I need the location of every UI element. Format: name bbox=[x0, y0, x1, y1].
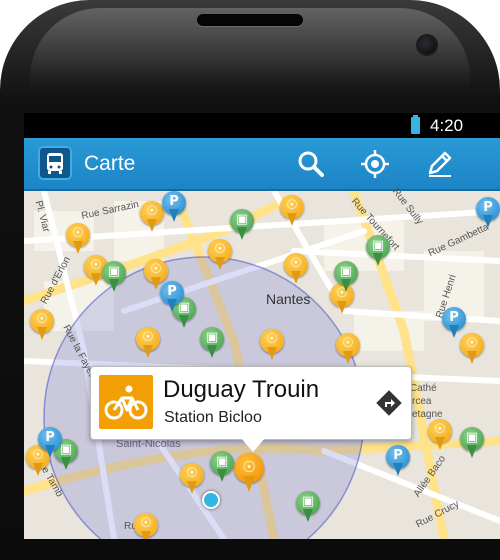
locate-button[interactable] bbox=[358, 147, 392, 181]
road-label: Cathé bbox=[410, 383, 437, 394]
search-icon bbox=[298, 151, 324, 177]
action-bar: Carte bbox=[24, 138, 500, 191]
bike-icon: ☉ bbox=[150, 262, 162, 277]
bus-stop-pin[interactable]: ▣ bbox=[296, 491, 320, 523]
parking-icon: P bbox=[483, 200, 493, 215]
bike-icon: ☉ bbox=[214, 242, 226, 257]
parking-icon: P bbox=[169, 194, 179, 209]
bike-icon bbox=[99, 375, 153, 429]
bike-icon: ☉ bbox=[186, 466, 198, 481]
edit-button[interactable] bbox=[422, 147, 456, 181]
bike-station-pin[interactable]: ☉ bbox=[208, 239, 232, 271]
earpiece bbox=[197, 14, 303, 26]
bus-icon: ▣ bbox=[235, 212, 249, 227]
bike-icon: ☉ bbox=[146, 204, 158, 219]
bus-stop-pin[interactable]: ▣ bbox=[460, 427, 484, 459]
road-label: rcea bbox=[412, 396, 432, 407]
parking-icon: P bbox=[449, 310, 459, 325]
bus-stop-pin[interactable]: ▣ bbox=[102, 261, 126, 293]
my-location-dot bbox=[202, 491, 220, 509]
bike-station-pin[interactable]: ☉ bbox=[136, 327, 160, 359]
bike-station-pin[interactable]: ☉ bbox=[284, 253, 308, 285]
locate-icon bbox=[361, 150, 389, 178]
bus-icon: ▣ bbox=[465, 430, 479, 445]
bike-icon: ☉ bbox=[266, 332, 278, 347]
place-label: Nantes bbox=[266, 291, 311, 307]
bike-icon: ☉ bbox=[290, 256, 302, 271]
bike-icon: ☉ bbox=[286, 198, 298, 213]
page-title: Carte bbox=[84, 152, 136, 175]
parking-pin[interactable]: P bbox=[38, 427, 62, 459]
bike-station-pin[interactable]: ☉ bbox=[336, 333, 360, 365]
bike-icon: ☉ bbox=[142, 330, 154, 345]
parking-pin[interactable]: P bbox=[162, 191, 186, 223]
bus-icon bbox=[47, 153, 63, 174]
bus-icon: ▣ bbox=[339, 264, 353, 279]
bike-icon: ☉ bbox=[36, 312, 48, 327]
front-camera bbox=[418, 36, 436, 54]
bus-icon: ▣ bbox=[301, 494, 315, 509]
bus-stop-pin[interactable]: ▣ bbox=[366, 235, 390, 267]
search-button[interactable] bbox=[294, 147, 328, 181]
station-info-window[interactable]: Duguay Trouin Station Bicloo bbox=[90, 366, 412, 452]
bike-station-pin[interactable]: ☉ bbox=[428, 419, 452, 451]
bike-icon: ☉ bbox=[72, 226, 84, 241]
battery-icon bbox=[411, 115, 420, 134]
screen: 4:20 Carte Rue Sarrazin Rue d'Erlon Pl. … bbox=[24, 113, 500, 539]
bike-station-pin[interactable]: ☉ bbox=[30, 309, 54, 341]
parking-pin[interactable]: P bbox=[476, 197, 500, 229]
parking-icon: P bbox=[167, 284, 177, 299]
bike-station-pin[interactable]: ☉ bbox=[66, 223, 90, 255]
station-type: Station Bicloo bbox=[164, 409, 262, 426]
bike-station-pin[interactable]: ☉ bbox=[280, 195, 304, 227]
bike-icon: ☉ bbox=[140, 516, 152, 531]
edit-icon bbox=[428, 151, 452, 177]
bus-stop-pin[interactable]: ▣ bbox=[200, 327, 224, 359]
parking-icon: P bbox=[45, 430, 55, 445]
parking-pin[interactable]: P bbox=[442, 307, 466, 339]
bus-icon: ▣ bbox=[215, 454, 229, 469]
parking-pin[interactable]: P bbox=[386, 445, 410, 477]
directions-icon bbox=[376, 390, 402, 416]
bus-icon: ▣ bbox=[205, 330, 219, 345]
bike-icon: ☉ bbox=[342, 336, 354, 351]
map-view[interactable]: Rue Sarrazin Rue d'Erlon Pl. Viar Rue To… bbox=[24, 186, 500, 539]
bike-station-pin[interactable]: ☉ bbox=[140, 201, 164, 233]
bus-icon: ▣ bbox=[107, 264, 121, 279]
bus-stop-pin[interactable]: ▣ bbox=[210, 451, 234, 483]
selected-bike-station-pin[interactable]: ☉ bbox=[234, 453, 264, 493]
status-bar: 4:20 bbox=[24, 113, 500, 138]
bus-stop-pin[interactable]: ▣ bbox=[334, 261, 358, 293]
bus-icon: ▣ bbox=[371, 238, 385, 253]
bike-icon: ☉ bbox=[434, 422, 446, 437]
parking-pin[interactable]: P bbox=[160, 281, 184, 313]
directions-button[interactable] bbox=[375, 389, 403, 417]
bus-stop-pin[interactable]: ▣ bbox=[230, 209, 254, 241]
bike-station-pin[interactable]: ☉ bbox=[134, 513, 158, 539]
status-clock: 4:20 bbox=[430, 116, 464, 135]
parking-icon: P bbox=[393, 448, 403, 463]
bike-station-pin[interactable]: ☉ bbox=[180, 463, 204, 495]
bike-station-pin[interactable]: ☉ bbox=[260, 329, 284, 361]
app-home-icon[interactable] bbox=[38, 146, 72, 180]
station-name: Duguay Trouin bbox=[163, 376, 320, 403]
bike-icon: ☉ bbox=[242, 458, 256, 476]
